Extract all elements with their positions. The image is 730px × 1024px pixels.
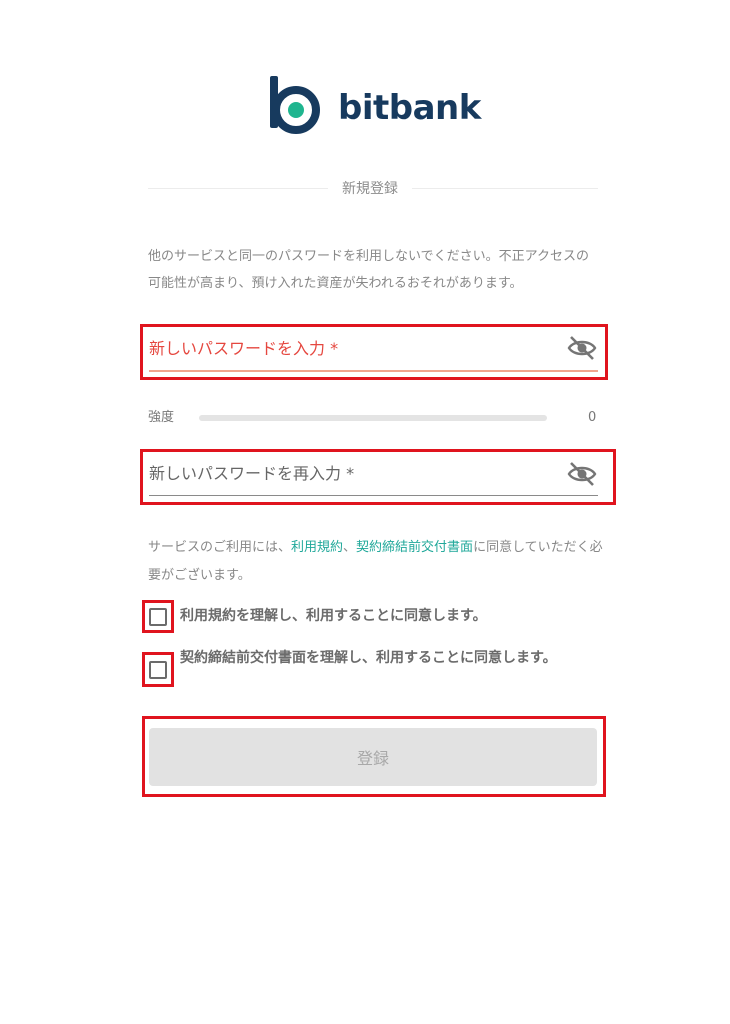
page-title: 新規登録 — [342, 181, 398, 197]
strength-value: 0 — [588, 410, 597, 425]
password-warning: 他のサービスと同一のパスワードを利用しないでください。不正アクセスの可能性が高ま… — [148, 249, 589, 291]
confirm-password-field-label[interactable]: 新しいパスワードを再入力 * — [149, 462, 354, 486]
eye-off-icon[interactable] — [567, 461, 597, 487]
agree-terms-label[interactable]: 利用規約を理解し、利用することに同意します。 — [180, 604, 600, 628]
terms-separator: 、 — [343, 540, 357, 555]
confirm-field-underline — [149, 495, 598, 496]
strength-label: 強度 — [148, 410, 175, 425]
agree-terms-checkbox[interactable] — [149, 608, 167, 626]
password-field-underline — [149, 370, 598, 372]
agree-document-checkbox[interactable] — [149, 661, 167, 679]
bitbank-logo-icon — [268, 76, 324, 136]
terms-prefix: サービスのご利用には、 — [148, 540, 292, 555]
divider-left — [148, 188, 328, 189]
brand-name: bitbank — [338, 88, 481, 128]
strength-meter — [199, 415, 547, 421]
divider-right — [412, 188, 598, 189]
pre-contract-document-link[interactable]: 契約締結前交付書面 — [356, 540, 473, 555]
password-field-label[interactable]: 新しいパスワードを入力 * — [149, 337, 338, 361]
eye-off-icon[interactable] — [567, 335, 597, 361]
terms-of-use-link[interactable]: 利用規約 — [291, 540, 343, 555]
agree-document-label[interactable]: 契約締結前交付書面を理解し、利用することに同意します。 — [180, 644, 592, 672]
register-button[interactable]: 登録 — [149, 728, 597, 786]
terms-notice: サービスのご利用には、利用規約、契約締結前交付書面に同意していただく必要がござい… — [148, 534, 603, 590]
